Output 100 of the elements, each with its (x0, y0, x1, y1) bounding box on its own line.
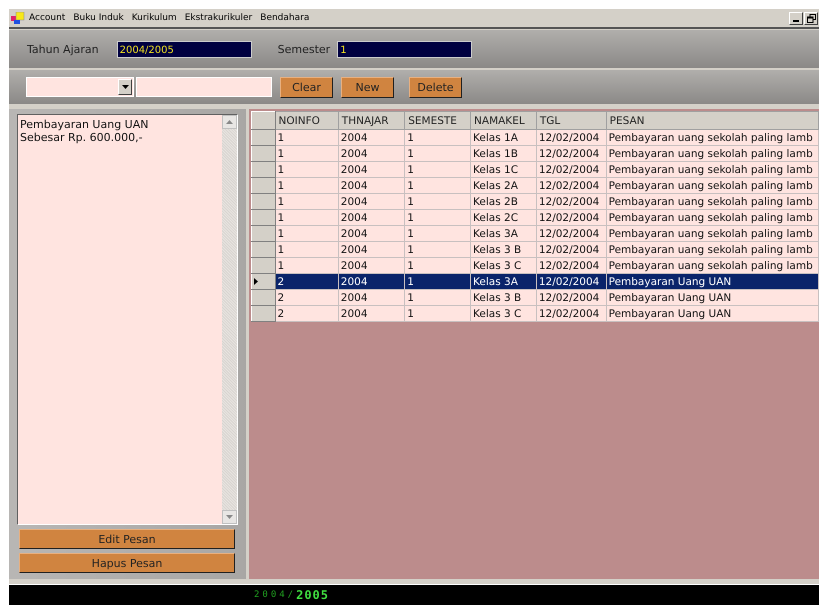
table-cell: 1 (275, 210, 338, 226)
toolbar-button[interactable]: Delete (409, 76, 462, 98)
table-row[interactable]: 1 2004 1 Kelas 3 C 12/02/2004 Pembayaran uang sekolah paling lamb (252, 258, 818, 274)
semester-field[interactable]: 1 (337, 40, 472, 58)
table-row[interactable]: 1 2004 1 Kelas 1B 12/02/2004 Pembayaran uang sekolah paling lamb (252, 146, 818, 162)
table-cell: Kelas 3 B (470, 290, 536, 306)
table-cell: 12/02/2004 (536, 194, 606, 210)
table-cell: 12/02/2004 (536, 210, 606, 226)
table-cell: 1 (275, 194, 338, 210)
table-cell: 2 (275, 306, 338, 322)
table-cell: 2004 (338, 162, 405, 178)
table-cell: 1 (404, 274, 471, 290)
table-cell: Pembayaran uang sekolah paling lamb (606, 178, 818, 194)
table-cell: Pembayaran uang sekolah paling lamb (606, 130, 818, 146)
caret-icon (122, 85, 128, 89)
table-cell: 1 (404, 178, 471, 194)
message-button[interactable]: Edit Pesan (19, 529, 235, 549)
table-cell: 2004 (338, 290, 405, 306)
table-row[interactable]: 1 2004 1 Kelas 3 B 12/02/2004 Pembayaran uang sekolah paling lamb (252, 242, 818, 258)
column-header[interactable]: THNAJAR (338, 112, 405, 130)
table-cell: Kelas 3 B (470, 242, 536, 258)
down-arrow-icon (226, 515, 233, 519)
table-cell: 12/02/2004 (536, 290, 606, 306)
table-row[interactable]: 2 2004 1 Kelas 3 B 12/02/2004 Pembayaran Uang UAN (252, 290, 818, 306)
table-cell: 2004 (338, 146, 405, 162)
table-cell: 12/02/2004 (536, 242, 606, 258)
column-header[interactable]: TGL (536, 112, 606, 130)
tahun-ajaran-field[interactable]: 2004/2005 (116, 40, 252, 58)
vertical-scrollbar[interactable] (222, 115, 237, 524)
column-header[interactable]: NAMAKEL (470, 112, 536, 130)
table-cell: 1 (275, 226, 338, 242)
table-cell: Kelas 2B (470, 194, 536, 210)
column-header[interactable]: NOINFO (275, 112, 338, 130)
table-cell: 1 (275, 146, 338, 162)
minimize-button[interactable] (789, 12, 803, 24)
table-cell: 1 (404, 194, 471, 210)
table-row[interactable]: 1 2004 1 Kelas 1A 12/02/2004 Pembayaran uang sekolah paling lamb (252, 130, 818, 146)
row-pointer-icon (254, 278, 258, 284)
table-cell: 1 (404, 210, 471, 226)
menu-item[interactable]: Bendahara (260, 13, 310, 23)
dropdown-button[interactable] (118, 79, 132, 95)
table-cell: 1 (404, 162, 471, 178)
table-cell: Pembayaran uang sekolah paling lamb (606, 162, 818, 178)
column-header[interactable]: PESAN (606, 112, 818, 130)
table-cell: 12/02/2004 (536, 306, 606, 322)
table-cell: 12/02/2004 (536, 258, 606, 274)
message-button[interactable]: Hapus Pesan (19, 553, 235, 573)
scroll-down-button[interactable] (222, 510, 237, 524)
table-row[interactable]: 1 2004 1 Kelas 2A 12/02/2004 Pembayaran uang sekolah paling lamb (252, 178, 818, 194)
menu-item[interactable]: Account (29, 13, 66, 23)
table-cell: 12/02/2004 (536, 226, 606, 242)
up-arrow-icon (226, 120, 233, 124)
table-row[interactable]: 1 2004 1 Kelas 2B 12/02/2004 Pembayaran uang sekolah paling lamb (252, 194, 818, 210)
table-cell: 1 (404, 258, 471, 274)
table-cell: 1 (404, 226, 471, 242)
table-cell: 1 (275, 258, 338, 274)
toolbar-button[interactable]: New (341, 76, 394, 98)
table-cell: 12/02/2004 (536, 178, 606, 194)
table-cell: 1 (404, 306, 471, 322)
app-icon (11, 12, 25, 24)
table-cell: 12/02/2004 (536, 130, 606, 146)
restore-button[interactable] (804, 12, 818, 24)
restore-icon (806, 14, 816, 22)
table-cell: Pembayaran uang sekolah paling lamb (606, 258, 818, 274)
message-textarea[interactable]: Pembayaran Uang UAN Sebesar Rp. 600.000,- (17, 114, 238, 525)
table-cell: Pembayaran Uang UAN (606, 274, 818, 290)
table-row[interactable]: 1 2004 1 Kelas 3A 12/02/2004 Pembayaran uang sekolah paling lamb (252, 226, 818, 242)
table-row[interactable]: 2 2004 1 Kelas 3 C 12/02/2004 Pembayaran Uang UAN (252, 306, 818, 322)
table-row[interactable]: 1 2004 1 Kelas 1C 12/02/2004 Pembayaran uang sekolah paling lamb (252, 162, 818, 178)
table-cell: Kelas 2A (470, 178, 536, 194)
table-cell: 12/02/2004 (536, 274, 606, 290)
table-cell: 2 (275, 290, 338, 306)
table-cell: Kelas 3A (470, 226, 536, 242)
table-cell: 2004 (338, 194, 405, 210)
toolbar-button[interactable]: Clear (280, 76, 333, 98)
table-cell: 2004 (338, 274, 405, 290)
table-cell: 2004 (338, 258, 405, 274)
menu-item[interactable]: Ekstrakurikuler (184, 13, 252, 23)
status-year-start: 2004/ (254, 590, 296, 600)
table-cell: Kelas 3A (470, 274, 536, 290)
menu-item[interactable]: Kurikulum (132, 13, 177, 23)
table-cell: Kelas 1C (470, 162, 536, 178)
table-row[interactable]: 2 2004 1 Kelas 3A 12/02/2004 Pembayaran Uang UAN (252, 274, 818, 290)
table-cell: Kelas 1B (470, 146, 536, 162)
semester-label: Semester (278, 42, 330, 56)
table-row[interactable]: 1 2004 1 Kelas 2C 12/02/2004 Pembayaran uang sekolah paling lamb (252, 210, 818, 226)
search-field[interactable] (136, 77, 272, 97)
table-cell: 2004 (338, 178, 405, 194)
table-cell: Kelas 2C (470, 210, 536, 226)
menu-item[interactable]: Buku Induk (73, 13, 124, 23)
table-cell: 2004 (338, 130, 405, 146)
message-line: Sebesar Rp. 600.000,- (20, 131, 144, 144)
table-cell: Pembayaran uang sekolah paling lamb (606, 210, 818, 226)
table-cell: Kelas 3 C (470, 306, 536, 322)
table-cell: 2004 (338, 210, 405, 226)
scroll-up-button[interactable] (222, 115, 237, 129)
status-year-end: 2005 (296, 588, 329, 602)
table-cell: 1 (404, 290, 471, 306)
table-cell: 1 (275, 242, 338, 258)
column-header[interactable]: SEMESTE (404, 112, 471, 130)
